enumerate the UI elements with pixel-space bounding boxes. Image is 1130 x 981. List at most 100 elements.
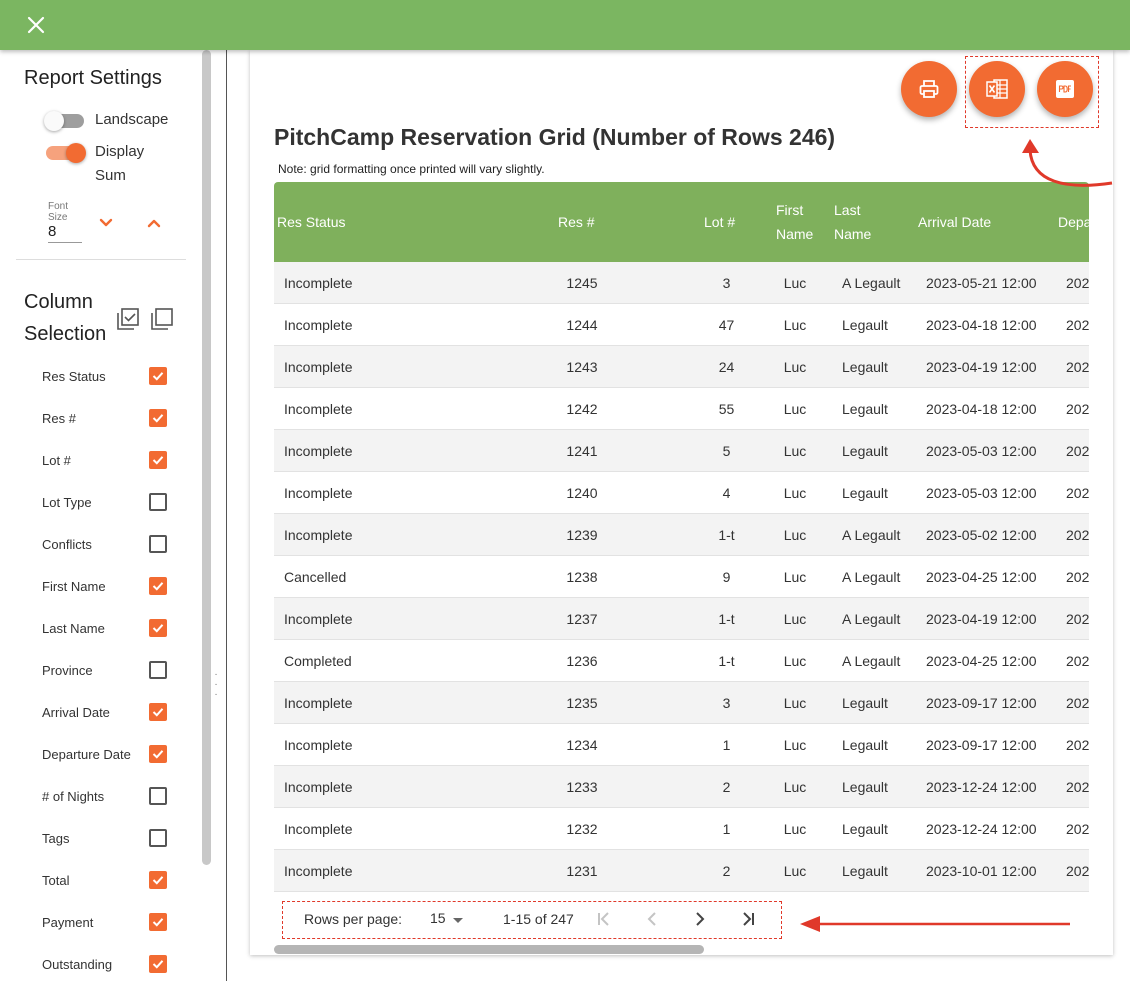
table-row[interactable]: Incomplete 1231 2 Luc Legault 2023-10-01 12:0… xyxy=(274,850,1089,892)
cell-departure-date: 202 xyxy=(1066,275,1089,291)
cell-res-status: Incomplete xyxy=(284,401,353,417)
cell-departure-date: 202 xyxy=(1066,863,1089,879)
column-option[interactable]: Arrival Date xyxy=(42,701,167,723)
column-checkbox[interactable] xyxy=(149,871,167,889)
table-row[interactable]: Incomplete 1243 24 Luc Legault 2023-04-19 12:… xyxy=(274,346,1089,388)
column-checkbox[interactable] xyxy=(149,913,167,931)
column-checkbox[interactable] xyxy=(149,577,167,595)
chevron-up-icon[interactable] xyxy=(144,213,164,233)
column-header-first-name[interactable]: First Name xyxy=(776,198,821,246)
cell-arrival-date: 2023-12-24 12:00 xyxy=(926,821,1037,837)
column-option[interactable]: Total xyxy=(42,869,167,891)
cell-lot-number: 1-t xyxy=(718,653,735,669)
column-option-label: Arrival Date xyxy=(42,704,110,720)
table-row[interactable]: Incomplete 1239 1-t Luc A Legault 2023-05-02 … xyxy=(274,514,1089,556)
cell-arrival-date: 2023-05-03 12:00 xyxy=(926,485,1037,501)
column-option-label: Outstanding xyxy=(42,956,113,972)
first-page-icon[interactable] xyxy=(594,909,614,929)
panel-resize-handle[interactable]: · · · xyxy=(213,670,219,710)
table-row[interactable]: Incomplete 1233 2 Luc Legault 2023-12-24 12:0… xyxy=(274,766,1089,808)
cell-res-number: 1243 xyxy=(566,359,598,375)
cell-last-name: Legault xyxy=(842,317,888,333)
table-row[interactable]: Incomplete 1241 5 Luc Legault 2023-05-03 12:0… xyxy=(274,430,1089,472)
column-header-lot-number[interactable]: Lot # xyxy=(704,210,735,234)
column-checkbox[interactable] xyxy=(149,955,167,973)
table-row[interactable]: Incomplete 1234 1 Luc Legault 2023-09-17 12:0… xyxy=(274,724,1089,766)
column-checkbox[interactable] xyxy=(149,451,167,469)
column-checkbox[interactable] xyxy=(149,745,167,763)
report-title: PitchCamp Reservation Grid (Number of Ro… xyxy=(274,124,836,150)
column-checkbox[interactable] xyxy=(149,493,167,511)
grid-horizontal-scrollbar[interactable] xyxy=(274,945,704,954)
select-all-icon[interactable] xyxy=(116,307,140,331)
column-option[interactable]: Outstanding xyxy=(42,953,167,975)
table-row[interactable]: Incomplete 1244 47 Luc Legault 2023-04-18 12:… xyxy=(274,304,1089,346)
column-checkbox[interactable] xyxy=(149,787,167,805)
column-option[interactable]: First Name xyxy=(42,575,167,597)
cell-arrival-date: 2023-04-25 12:00 xyxy=(926,569,1037,585)
table-row[interactable]: Completed 1236 1-t Luc A Legault 2023-04-25 1… xyxy=(274,640,1089,682)
landscape-toggle-row[interactable]: Landscape xyxy=(44,108,168,132)
cell-lot-number: 1-t xyxy=(718,527,735,543)
table-row[interactable]: Incomplete 1242 55 Luc Legault 2023-04-18 12:… xyxy=(274,388,1089,430)
column-checkbox[interactable] xyxy=(149,661,167,679)
column-option[interactable]: Last Name xyxy=(42,617,167,639)
column-checkbox[interactable] xyxy=(149,535,167,553)
cell-first-name: Luc xyxy=(783,443,807,459)
table-row[interactable]: Incomplete 1245 3 Luc A Legault 2023-05-21 12… xyxy=(274,262,1089,304)
column-checkbox[interactable] xyxy=(149,367,167,385)
column-option-label: Departure Date xyxy=(42,746,131,762)
cell-lot-number: 4 xyxy=(722,485,731,501)
display-sum-toggle[interactable] xyxy=(46,143,86,163)
column-option-label: Lot Type xyxy=(42,494,92,510)
column-option[interactable]: Conflicts xyxy=(42,533,167,555)
table-row[interactable]: Incomplete 1240 4 Luc Legault 2023-05-03 12:0… xyxy=(274,472,1089,514)
column-option[interactable]: Departure Date xyxy=(42,743,167,765)
font-size-value[interactable]: 8 xyxy=(48,223,82,243)
table-row[interactable]: Incomplete 1232 1 Luc Legault 2023-12-24 12:0… xyxy=(274,808,1089,850)
cell-lot-number: 2 xyxy=(722,863,731,879)
font-size-field[interactable]: Font Size 8 xyxy=(48,201,82,243)
column-option[interactable]: Payment xyxy=(42,911,167,933)
last-page-icon[interactable] xyxy=(738,909,758,929)
column-option[interactable]: Res Status xyxy=(42,365,167,387)
column-option[interactable]: Tags xyxy=(42,827,167,849)
column-header-res-status[interactable]: Res Status xyxy=(277,210,345,234)
deselect-all-icon[interactable] xyxy=(150,307,174,331)
print-button[interactable] xyxy=(901,61,957,117)
column-header-arrival-date[interactable]: Arrival Date xyxy=(918,210,991,234)
sidebar-scrollbar[interactable] xyxy=(202,50,211,865)
column-checkbox[interactable] xyxy=(149,829,167,847)
column-header-departure-date[interactable]: Depa xyxy=(1058,210,1089,234)
chevron-left-icon[interactable] xyxy=(642,909,662,929)
column-header-last-name[interactable]: Last Name xyxy=(834,198,879,246)
chevron-right-icon[interactable] xyxy=(690,909,710,929)
cell-lot-number: 5 xyxy=(722,443,731,459)
cell-res-number: 1237 xyxy=(566,611,598,627)
column-header-res-number[interactable]: Res # xyxy=(558,210,595,234)
cell-departure-date: 202 xyxy=(1066,443,1089,459)
divider xyxy=(16,259,186,260)
table-row[interactable]: Cancelled 1238 9 Luc A Legault 2023-04-25 12:… xyxy=(274,556,1089,598)
column-option[interactable]: Res # xyxy=(42,407,167,429)
display-sum-toggle-row[interactable]: Display Sum xyxy=(46,140,165,188)
column-checkbox[interactable] xyxy=(149,703,167,721)
column-option[interactable]: # of Nights xyxy=(42,785,167,807)
chevron-down-icon[interactable] xyxy=(96,213,116,233)
rows-per-page-select[interactable]: 15 xyxy=(430,910,446,926)
column-option-label: Lot # xyxy=(42,452,71,468)
column-checkbox[interactable] xyxy=(149,409,167,427)
table-row[interactable]: Incomplete 1237 1-t Luc A Legault 2023-04-19 … xyxy=(274,598,1089,640)
landscape-toggle[interactable] xyxy=(44,111,84,131)
table-row[interactable]: Incomplete 1235 3 Luc Legault 2023-09-17 12:0… xyxy=(274,682,1089,724)
column-option[interactable]: Lot Type xyxy=(42,491,167,513)
cell-last-name: A Legault xyxy=(842,569,901,585)
column-option[interactable]: Lot # xyxy=(42,449,167,471)
column-option[interactable]: Province xyxy=(42,659,167,681)
column-checkbox[interactable] xyxy=(149,619,167,637)
close-icon[interactable] xyxy=(20,10,52,40)
report-settings-title: Report Settings xyxy=(24,67,162,89)
caret-down-icon[interactable] xyxy=(448,910,468,930)
cell-lot-number: 55 xyxy=(718,401,735,417)
cell-arrival-date: 2023-10-01 12:00 xyxy=(926,863,1037,879)
